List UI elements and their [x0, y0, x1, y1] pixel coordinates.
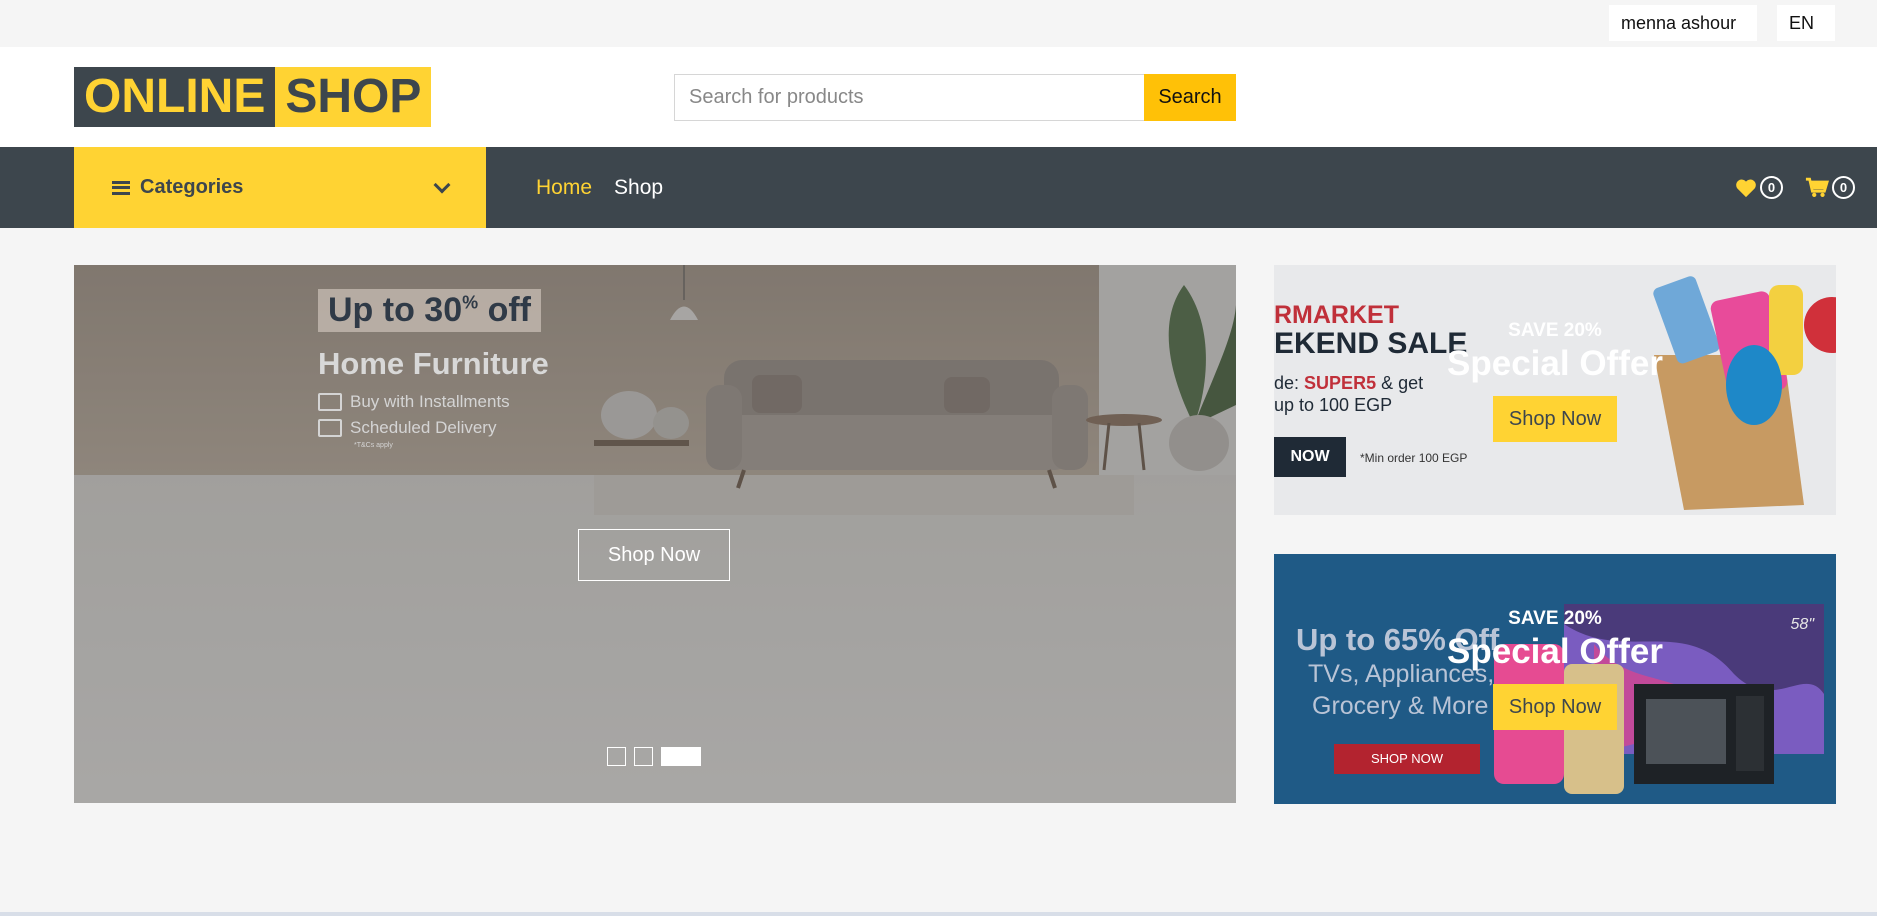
logo-part-shop: SHOP: [275, 67, 432, 127]
cart-icon: [1805, 177, 1829, 198]
nav-icons: 0 0: [1735, 147, 1877, 228]
search-input[interactable]: [674, 74, 1144, 121]
categories-label: Categories: [140, 176, 244, 198]
nav-link-home[interactable]: Home: [536, 176, 592, 200]
site-logo[interactable]: ONLINE SHOP: [74, 67, 432, 127]
heart-icon: [1736, 179, 1756, 197]
language-label: EN: [1789, 13, 1815, 33]
carousel-indicator-3[interactable]: [661, 747, 701, 766]
header: ONLINE SHOP Search: [0, 47, 1877, 147]
bg-button: SHOP NOW: [1334, 744, 1480, 774]
carousel-shop-now-button[interactable]: Shop Now: [578, 529, 730, 581]
search-form: Search: [674, 74, 1236, 121]
bg-button: NOW: [1274, 437, 1346, 477]
banner-title: Home Furniture: [318, 346, 549, 381]
user-name: menna ashour: [1621, 13, 1737, 33]
main-navbar: Categories Home Shop 0 0: [0, 147, 1877, 228]
hero-carousel[interactable]: Up to 30% off Home Furniture Buy with In…: [74, 265, 1236, 803]
language-dropdown[interactable]: EN: [1777, 5, 1835, 64]
offer-content: SAVE 20% Special Offer Shop Now: [1274, 320, 1836, 442]
cart-button[interactable]: 0: [1805, 176, 1855, 199]
nav-link-shop[interactable]: Shop: [614, 176, 663, 200]
banner-terms: *T&Cs apply: [354, 442, 393, 449]
chevron-down-icon: [433, 176, 451, 193]
offer-shop-now-button[interactable]: Shop Now: [1492, 396, 1618, 442]
search-button[interactable]: Search: [1144, 74, 1236, 121]
banner-discount-tag: Up to 30% off: [318, 289, 541, 332]
banner-promo: Up to 30% off Home Furniture Buy with In…: [318, 289, 549, 449]
hamburger-icon: [112, 180, 130, 195]
offer-shop-now-button[interactable]: Shop Now: [1492, 684, 1618, 730]
offer-content: SAVE 20% Special Offer Shop Now: [1274, 608, 1836, 730]
card-icon: [318, 393, 342, 411]
offer-card-supermarket[interactable]: RMARKET EKEND SALE de: SUPER5 & get up t…: [1274, 265, 1836, 515]
bg-note: *Min order 100 EGP: [1360, 451, 1468, 465]
carousel-indicator-2[interactable]: [634, 747, 653, 766]
logo-part-online: ONLINE: [74, 67, 276, 127]
banner-feature-installments: Buy with Installments: [318, 392, 549, 412]
user-dropdown[interactable]: menna ashour: [1609, 5, 1757, 64]
page-divider: [0, 912, 1877, 916]
offer-save-text: SAVE 20%: [1508, 608, 1602, 629]
offer-save-text: SAVE 20%: [1508, 320, 1602, 341]
nav-links: Home Shop: [536, 147, 685, 228]
offer-title: Special Offer: [1447, 632, 1663, 671]
banner-feature-delivery: Scheduled Delivery: [318, 418, 549, 438]
carousel-indicators: [607, 747, 701, 766]
offer-card-appliances[interactable]: Up to 65% Off TVs, Appliances, Grocery &…: [1274, 554, 1836, 804]
top-bar: menna ashour EN: [0, 0, 1877, 64]
offer-title: Special Offer: [1447, 344, 1663, 383]
wishlist-button[interactable]: 0: [1735, 176, 1783, 199]
categories-toggle[interactable]: Categories: [74, 147, 486, 228]
wishlist-count-badge: 0: [1760, 176, 1783, 199]
cart-count-badge: 0: [1832, 176, 1855, 199]
truck-icon: [318, 419, 342, 437]
carousel-indicator-1[interactable]: [607, 747, 626, 766]
